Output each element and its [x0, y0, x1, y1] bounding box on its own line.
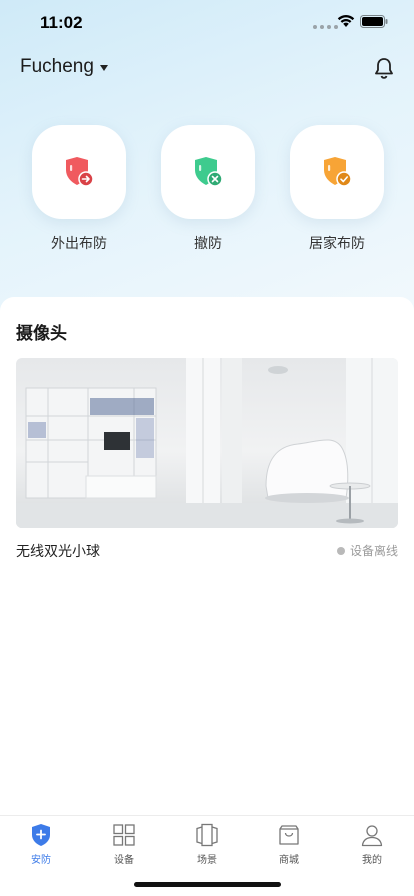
mode-tile[interactable]: [290, 125, 384, 219]
bell-icon[interactable]: [372, 56, 396, 80]
mode-disarm[interactable]: 撤防: [160, 125, 256, 253]
camera-panel: 摄像头 无线双光小球 设备离线: [0, 297, 414, 817]
home-indicator: [134, 882, 281, 887]
shield-plus-icon: [32, 824, 50, 846]
tab-label: 设备: [114, 855, 134, 866]
tab-label: 场景: [197, 855, 217, 866]
mode-home-arm[interactable]: 居家布防: [289, 125, 385, 253]
security-modes: 外出布防 撤防 居家布防: [0, 125, 414, 255]
header: Fucheng: [0, 50, 414, 86]
mode-away-arm[interactable]: 外出布防: [31, 125, 127, 253]
location-selector[interactable]: Fucheng: [20, 56, 108, 78]
tab-profile[interactable]: 我的: [342, 822, 402, 866]
tab-scenes[interactable]: 场景: [177, 822, 237, 866]
mode-label: 撤防: [194, 236, 222, 252]
room-preview-image: [16, 358, 398, 528]
tab-security[interactable]: 安防: [11, 822, 71, 866]
device-name[interactable]: 无线双光小球: [16, 541, 100, 561]
shield-x-icon: [195, 157, 223, 187]
scene-icon: [196, 823, 218, 847]
location-label: Fucheng: [20, 56, 94, 77]
shopping-bag-icon: [279, 825, 299, 845]
battery-icon: [360, 15, 388, 28]
tab-label: 安防: [31, 855, 51, 866]
device-status: 设备离线: [336, 542, 398, 559]
tab-devices[interactable]: 设备: [94, 822, 154, 866]
offline-dot-icon: [336, 546, 345, 555]
tab-store[interactable]: 商城: [259, 822, 319, 866]
wifi-icon: [337, 15, 355, 27]
grid-icon: [113, 824, 135, 846]
person-icon: [361, 825, 383, 847]
device-status-label: 设备离线: [349, 544, 398, 558]
tab-label: 商城: [279, 855, 299, 866]
shield-arrow-icon: [66, 157, 94, 187]
camera-thumbnail[interactable]: [16, 358, 398, 528]
status-bar: 11:02: [0, 0, 414, 44]
section-title: 摄像头: [16, 324, 67, 344]
mode-tile[interactable]: [32, 125, 126, 219]
mode-label: 外出布防: [51, 236, 107, 252]
mode-tile[interactable]: [161, 125, 255, 219]
tab-label: 我的: [362, 855, 382, 866]
caret-down-icon: [99, 65, 108, 71]
shield-check-icon: [324, 157, 352, 187]
signal-icon: [313, 25, 338, 29]
status-time: 11:02: [40, 13, 83, 32]
mode-label: 居家布防: [309, 236, 365, 252]
